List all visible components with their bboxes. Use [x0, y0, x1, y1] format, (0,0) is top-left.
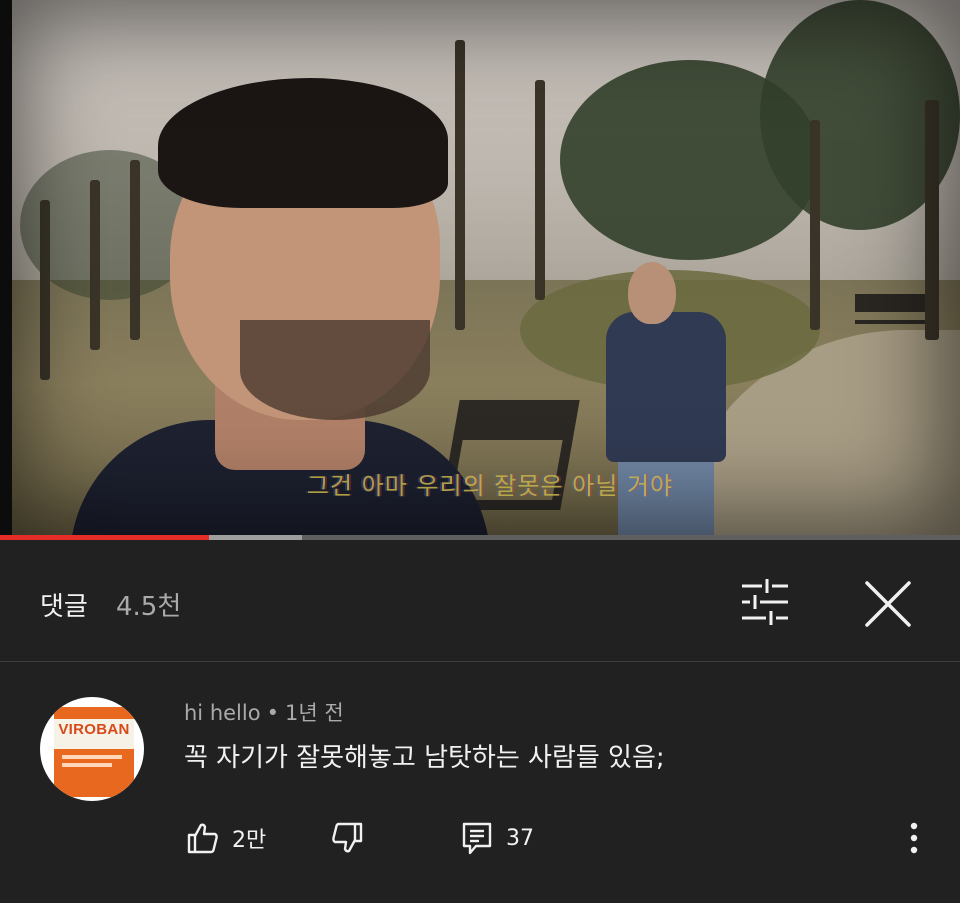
comment-more-button[interactable] — [900, 819, 928, 859]
comment-meta: hi hello • 1년 전 — [184, 697, 344, 727]
comments-count: 4.5천 — [116, 592, 182, 622]
sort-sliders-icon — [742, 579, 788, 625]
thumbs-down-icon — [332, 822, 363, 853]
video-player[interactable]: 그건 아마 우리의 잘못은 아닐 거야 — [0, 0, 960, 536]
close-icon — [865, 581, 911, 627]
reply-button[interactable]: 37 — [460, 815, 534, 861]
thumbs-up-icon — [187, 823, 218, 854]
video-subtitle: 그건 아마 우리의 잘못은 아닐 거야 — [306, 472, 674, 500]
avatar-fineprint — [62, 763, 112, 767]
comments-header: 댓글 4.5천 — [0, 540, 960, 662]
more-vertical-icon — [910, 822, 918, 854]
sort-comments-button[interactable] — [736, 576, 794, 628]
video-vignette — [0, 0, 960, 536]
video-edge — [0, 0, 12, 536]
comment-author[interactable]: hi hello — [184, 701, 261, 725]
avatar-brand-text: VIROBAN — [58, 721, 130, 738]
like-count: 2만 — [232, 828, 267, 853]
comment-text: 꼭 자기가 잘못해놓고 남탓하는 사람들 있음; — [184, 743, 665, 773]
comment-time: 1년 전 — [284, 701, 344, 725]
dislike-button[interactable] — [330, 815, 364, 861]
avatar[interactable]: VIROBAN — [40, 697, 144, 801]
avatar-fineprint — [62, 755, 122, 759]
meta-separator: • — [266, 701, 279, 725]
comment-item: VIROBAN hi hello • 1년 전 꼭 자기가 잘못해놓고 남탓하는 사… — [0, 663, 960, 903]
comments-title: 댓글 — [40, 592, 88, 622]
close-comments-button[interactable] — [858, 574, 918, 634]
like-button[interactable]: 2만 — [186, 815, 266, 861]
reply-comment-icon — [462, 822, 492, 855]
reply-count: 37 — [506, 825, 534, 851]
